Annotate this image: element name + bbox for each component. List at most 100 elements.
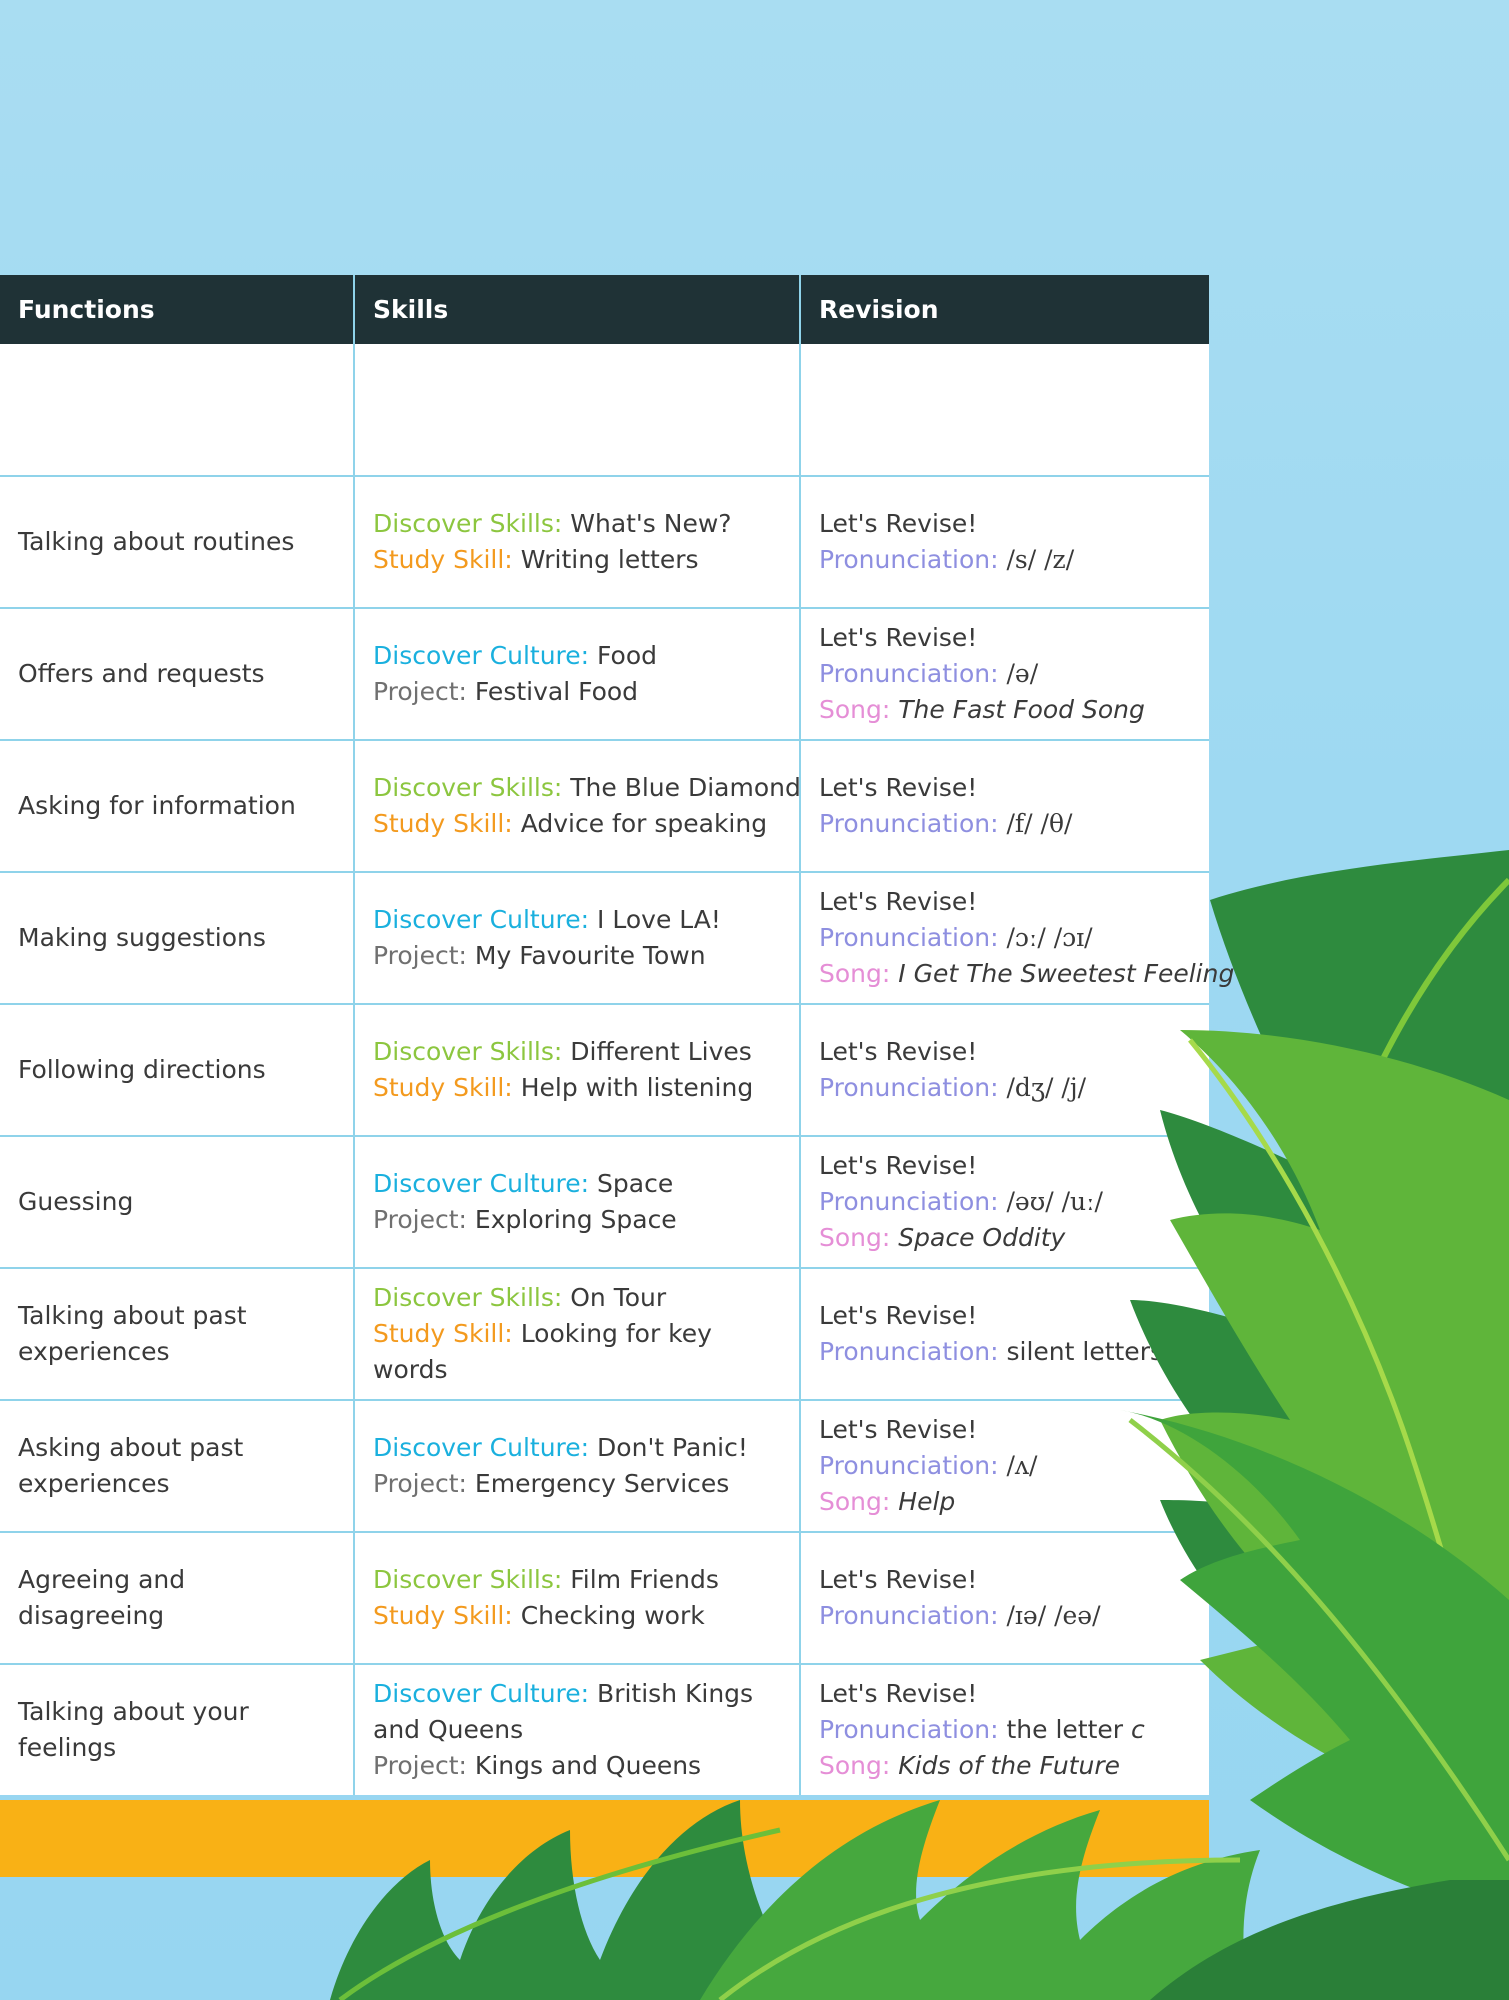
revision-line: Pronunciation: /ʌ/ (819, 1448, 1191, 1484)
table-row: Talking about routines Discover Skills: W… (0, 475, 1209, 608)
revision-cell: Let's Revise! Pronunciation: the letter c… (799, 1663, 1209, 1795)
revision-line: Let's Revise! (819, 1562, 1191, 1598)
revision-text: /ʌ/ (1006, 1451, 1038, 1480)
header-skills: Skills (353, 275, 800, 344)
function-cell: Talking about routines (0, 475, 354, 608)
function-text: Agreeing and disagreeing (18, 1565, 186, 1630)
revision-line: Pronunciation: /əʊ/ /uː/ (819, 1184, 1191, 1220)
function-text: Following directions (18, 1055, 266, 1084)
revision-line: Song: Help (819, 1484, 1191, 1520)
revision-line: Pronunciation: /ɪə/ /eə/ (819, 1598, 1191, 1634)
skill-line: Discover Skills: The Blue Diamond (373, 770, 801, 806)
function-text: Asking for information (18, 791, 296, 820)
skills-cell: Discover Skills: Different Lives Study Sk… (353, 1003, 800, 1136)
revision-label: Song: (819, 1751, 891, 1780)
contents-table: Functions Skills Revision Talking about … (0, 275, 1234, 1795)
skill-label: Project: (373, 941, 467, 970)
table-row: Offers and requests Discover Culture: Foo… (0, 607, 1209, 740)
revision-text: /əʊ/ /uː/ (1006, 1187, 1103, 1216)
function-cell: Talking about your feelings (0, 1663, 354, 1795)
revision-line: Pronunciation: the letter c (819, 1712, 1191, 1748)
revision-label: Song: (819, 959, 891, 988)
skill-label: Project: (373, 677, 467, 706)
revision-cell: Let's Revise! Pronunciation: /ə/Song: The… (799, 607, 1209, 740)
function-cell: Guessing (0, 1135, 354, 1268)
revision-text: Let's Revise! (819, 1565, 978, 1594)
table-row: Talking about past experiences Discover S… (0, 1267, 1209, 1400)
table-row: Making suggestions Discover Culture: I Lo… (0, 871, 1234, 1004)
skill-label: Discover Skills: (373, 1037, 563, 1066)
skill-label: Discover Culture: (373, 905, 590, 934)
skills-cell: Discover Skills: Film Friends Study Skill… (353, 1531, 800, 1664)
skill-line: Discover Skills: Different Lives (373, 1034, 781, 1070)
skill-text: My Favourite Town (474, 941, 706, 970)
skill-line: Discover Culture: Food (373, 638, 781, 674)
function-text: Talking about past experiences (18, 1301, 247, 1366)
skill-text: Advice for speaking (520, 809, 768, 838)
skill-line: Discover Skills: Film Friends (373, 1562, 781, 1598)
function-text: Guessing (18, 1187, 134, 1216)
revision-text: the letter c (1006, 1715, 1145, 1744)
table-row: Guessing Discover Culture: Space Project: … (0, 1135, 1209, 1268)
function-text: Talking about your feelings (18, 1697, 249, 1762)
revision-label: Pronunciation: (819, 1337, 999, 1366)
skill-line: Project: Festival Food (373, 674, 781, 710)
revision-line: Song: The Fast Food Song (819, 692, 1191, 728)
table-row: Following directions Discover Skills: Dif… (0, 1003, 1209, 1136)
skill-label: Study Skill: (373, 545, 513, 574)
revision-label: Song: (819, 1223, 891, 1252)
revision-line: Let's Revise! (819, 1298, 1191, 1334)
table-header: Functions Skills Revision (0, 275, 1209, 344)
function-text: Asking about past experiences (18, 1433, 244, 1498)
blank-row (0, 344, 1209, 476)
skill-text: Writing letters (520, 545, 699, 574)
leaf-mid-right (1160, 1030, 1509, 1815)
skills-cell: Discover Skills: The Blue Diamond Study S… (353, 739, 801, 872)
blank-cell (799, 344, 1209, 476)
skill-line: Study Skill: Looking for key words (373, 1316, 781, 1388)
function-cell: Making suggestions (0, 871, 354, 1004)
header-revision: Revision (799, 275, 1209, 344)
skill-line: Discover Skills: What's New? (373, 506, 781, 542)
skill-text: Film Friends (570, 1565, 719, 1594)
faded-title-watermark (40, 60, 1340, 210)
skills-cell: Discover Culture: Food Project: Festival … (353, 607, 800, 740)
skill-text: On Tour (570, 1283, 667, 1312)
revision-line: Let's Revise! (819, 1412, 1191, 1448)
skill-line: Project: Exploring Space (373, 1202, 781, 1238)
skill-line: Project: Emergency Services (373, 1466, 781, 1502)
skill-text: Emergency Services (474, 1469, 730, 1498)
revision-text: Space Oddity (898, 1223, 1066, 1252)
skill-label: Discover Culture: (373, 1433, 590, 1462)
revision-line: Let's Revise! (819, 770, 1191, 806)
revision-label: Pronunciation: (819, 923, 999, 952)
table-row: Agreeing and disagreeing Discover Skills:… (0, 1531, 1209, 1664)
revision-text: /f/ /θ/ (1006, 809, 1073, 838)
skill-label: Discover Skills: (373, 1565, 563, 1594)
skill-label: Discover Culture: (373, 1169, 590, 1198)
revision-label: Pronunciation: (819, 545, 999, 574)
revision-cell: Let's Revise! Pronunciation: /əʊ/ /uː/Son… (799, 1135, 1209, 1268)
skill-label: Study Skill: (373, 809, 513, 838)
revision-line: Song: Kids of the Future (819, 1748, 1191, 1784)
skill-text: Help with listening (520, 1073, 754, 1102)
skill-line: Study Skill: Checking work (373, 1598, 781, 1634)
skill-line: Study Skill: Help with listening (373, 1070, 781, 1106)
revision-line: Let's Revise! (819, 506, 1191, 542)
revision-line: Let's Revise! (819, 1148, 1191, 1184)
revision-text: Let's Revise! (819, 1415, 978, 1444)
skill-line: Study Skill: Advice for speaking (373, 806, 781, 842)
skill-line: Discover Culture: Don't Panic! (373, 1430, 781, 1466)
revision-text: Let's Revise! (819, 887, 978, 916)
function-cell: Talking about past experiences (0, 1267, 354, 1400)
revision-label: Pronunciation: (819, 1187, 999, 1216)
skill-text: I Love LA! (597, 905, 721, 934)
skill-label: Project: (373, 1205, 467, 1234)
skill-text: Different Lives (570, 1037, 752, 1066)
skill-label: Discover Skills: (373, 509, 563, 538)
revision-label: Song: (819, 695, 891, 724)
revision-line: Pronunciation: /ə/ (819, 656, 1191, 692)
function-text: Making suggestions (18, 923, 266, 952)
revision-line: Pronunciation: /s/ /z/ (819, 542, 1191, 578)
revision-label: Pronunciation: (819, 1451, 999, 1480)
